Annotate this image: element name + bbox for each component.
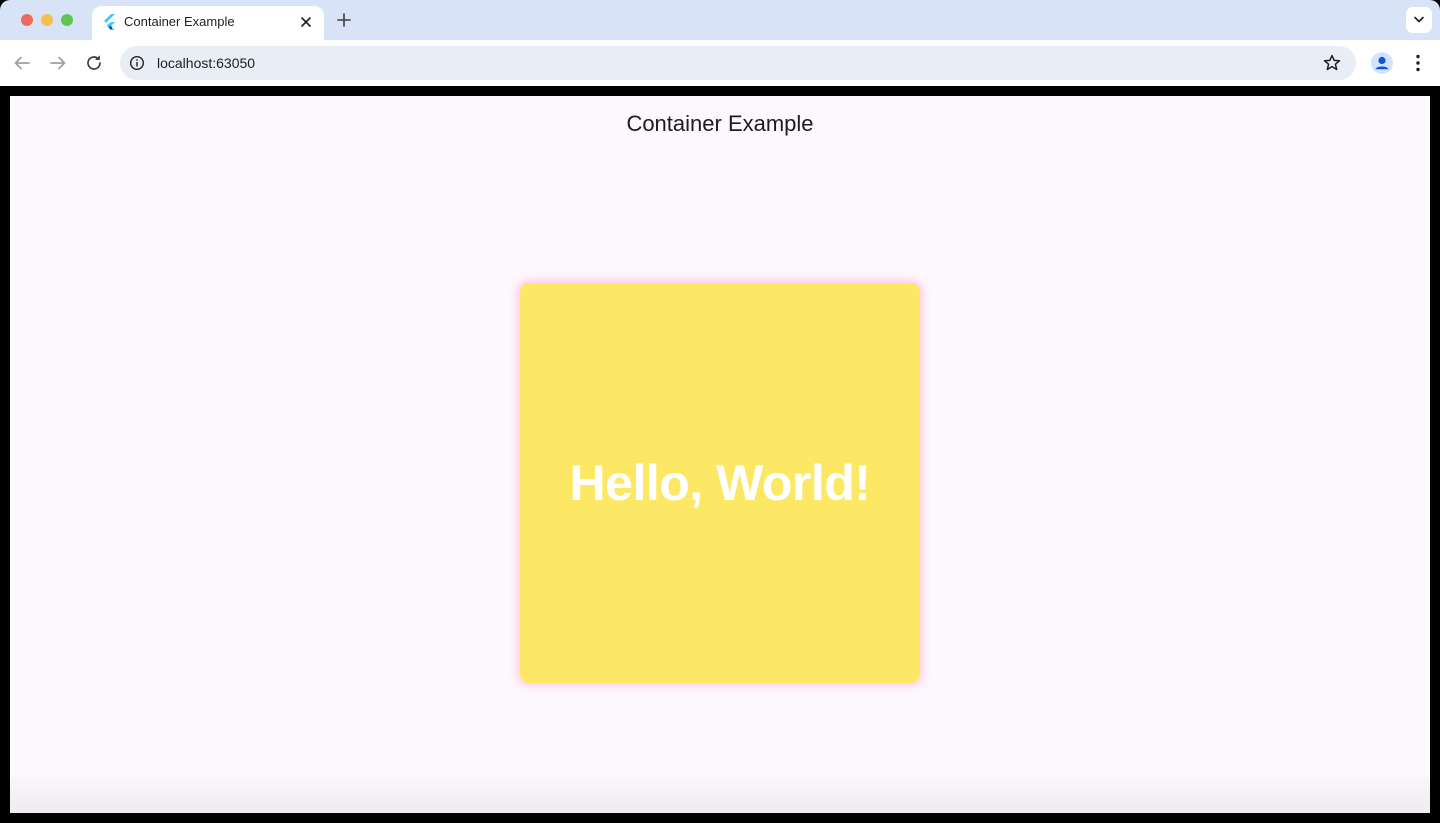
close-window-button[interactable] [21,14,33,26]
url-text[interactable]: localhost:63050 [157,54,255,72]
chevron-down-icon[interactable] [1406,7,1432,33]
tab-strip: Container Example [0,0,1440,40]
star-icon[interactable] [1322,53,1342,73]
page-title: Container Example [626,111,814,136]
yellow-container: Hello, World! [520,283,920,683]
hello-world-text: Hello, World! [569,455,871,511]
browser-window: Container Example localhost:63050 Contai… [0,0,1440,823]
fullscreen-window-button[interactable] [61,14,73,26]
flutter-icon [102,14,116,30]
tab-container-example[interactable]: Container Example [92,6,324,40]
profile-icon[interactable] [1370,51,1394,75]
page-viewport: Container Example Hello, World! [10,96,1430,813]
close-icon[interactable] [298,14,314,30]
info-icon[interactable] [129,55,145,71]
arrow-left-icon[interactable] [10,51,34,75]
plus-icon[interactable] [334,10,354,30]
tab-title: Container Example [124,14,235,29]
address-bar[interactable]: localhost:63050 [120,46,1356,80]
kebab-menu-icon[interactable] [1408,51,1428,75]
arrow-right-icon[interactable] [46,51,70,75]
reload-icon[interactable] [82,51,106,75]
minimize-window-button[interactable] [41,14,53,26]
browser-toolbar: localhost:63050 [0,40,1440,86]
